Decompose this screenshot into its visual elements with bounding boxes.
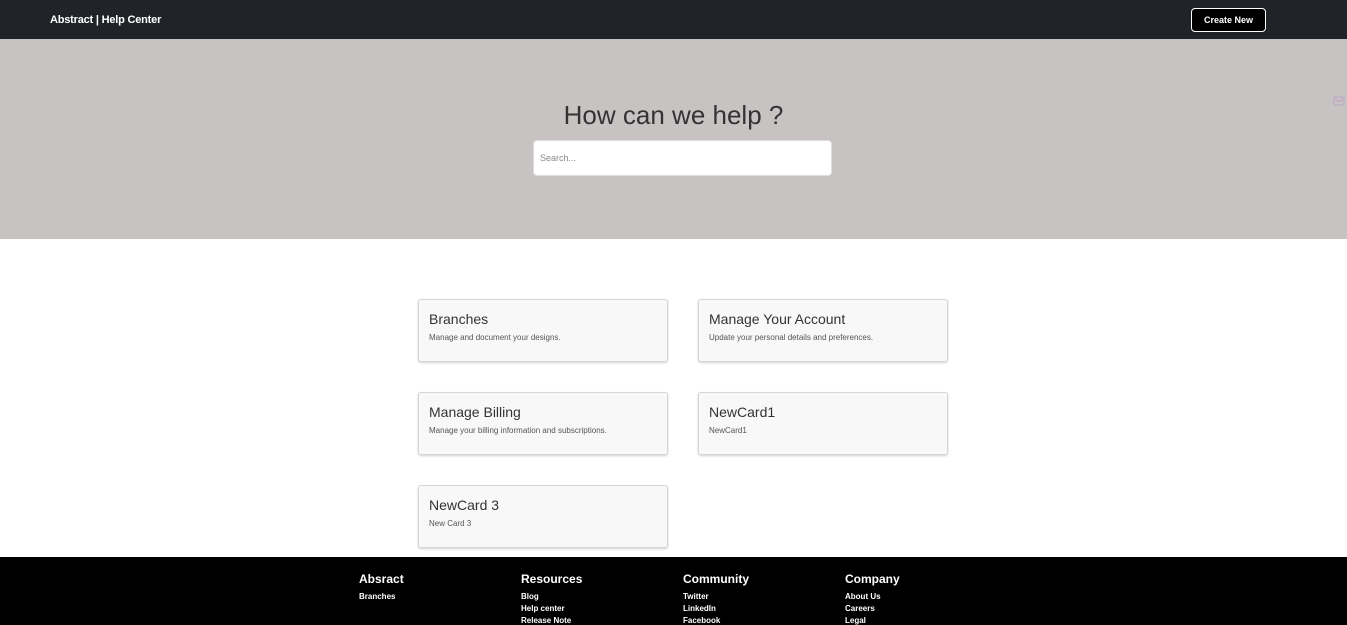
footer-link-about-us[interactable]: About Us [845, 591, 995, 603]
footer-column-absract: Absract Branches [359, 572, 509, 603]
card-manage-account[interactable]: Manage Your Account Update your personal… [698, 299, 948, 362]
footer-heading: Community [683, 572, 749, 586]
card-manage-billing[interactable]: Manage Billing Manage your billing infor… [418, 392, 668, 455]
footer-link-help-center[interactable]: Help center [521, 603, 671, 615]
footer-link-twitter[interactable]: Twitter [683, 591, 833, 603]
footer-heading: Resources [521, 572, 583, 586]
card-title: Manage Your Account [709, 311, 846, 327]
footer-column-community: Community Twitter LinkedIn Facebook [683, 572, 833, 625]
card-branches[interactable]: Branches Manage and document your design… [418, 299, 668, 362]
card-title: Branches [429, 311, 489, 327]
card-newcard3[interactable]: NewCard 3 New Card 3 [418, 485, 668, 548]
footer-column-company: Company About Us Careers Legal [845, 572, 995, 625]
footer: Absract Branches Resources Blog Help cen… [0, 557, 1347, 625]
floating-widget-icon[interactable] [1333, 96, 1345, 106]
search-input[interactable] [533, 140, 832, 176]
footer-heading: Company [845, 572, 900, 586]
card-description: Manage your billing information and subs… [429, 426, 607, 435]
card-description: New Card 3 [429, 519, 472, 528]
hero-title: How can we help ? [563, 100, 784, 130]
card-description: Manage and document your designs. [429, 333, 561, 342]
card-title: NewCard 3 [429, 497, 500, 513]
footer-column-resources: Resources Blog Help center Release Note [521, 572, 671, 625]
footer-link-release-note[interactable]: Release Note [521, 615, 671, 625]
footer-link-branches[interactable]: Branches [359, 591, 509, 603]
footer-link-linkedin[interactable]: LinkedIn [683, 603, 833, 615]
card-title: Manage Billing [429, 404, 521, 420]
card-description: NewCard1 [709, 426, 747, 435]
top-navbar: Abstract | Help Center Create New [0, 0, 1347, 39]
brand-title[interactable]: Abstract | Help Center [50, 14, 161, 26]
hero-section: How can we help ? [0, 39, 1347, 239]
footer-link-blog[interactable]: Blog [521, 591, 671, 603]
footer-link-careers[interactable]: Careers [845, 603, 995, 615]
create-new-button[interactable]: Create New [1191, 7, 1266, 32]
footer-link-legal[interactable]: Legal [845, 615, 995, 625]
footer-link-facebook[interactable]: Facebook [683, 615, 833, 625]
footer-heading: Absract [359, 572, 404, 586]
card-newcard1[interactable]: NewCard1 NewCard1 [698, 392, 948, 455]
card-title: NewCard1 [709, 404, 776, 420]
card-description: Update your personal details and prefere… [709, 333, 874, 342]
